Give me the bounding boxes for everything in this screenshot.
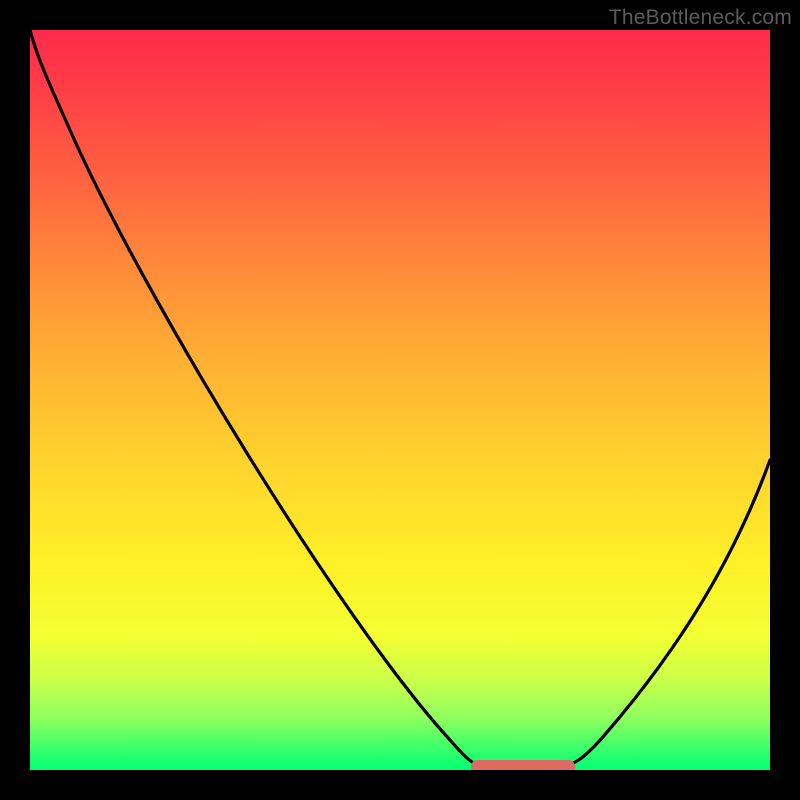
bottleneck-curve [30, 30, 770, 767]
plot-area [30, 30, 770, 770]
chart-frame: TheBottleneck.com [0, 0, 800, 800]
optimal-marker-dot-left [471, 760, 485, 770]
curve-svg [30, 30, 770, 770]
optimal-marker-dot-right [561, 760, 575, 770]
watermark-text: TheBottleneck.com [609, 6, 792, 30]
